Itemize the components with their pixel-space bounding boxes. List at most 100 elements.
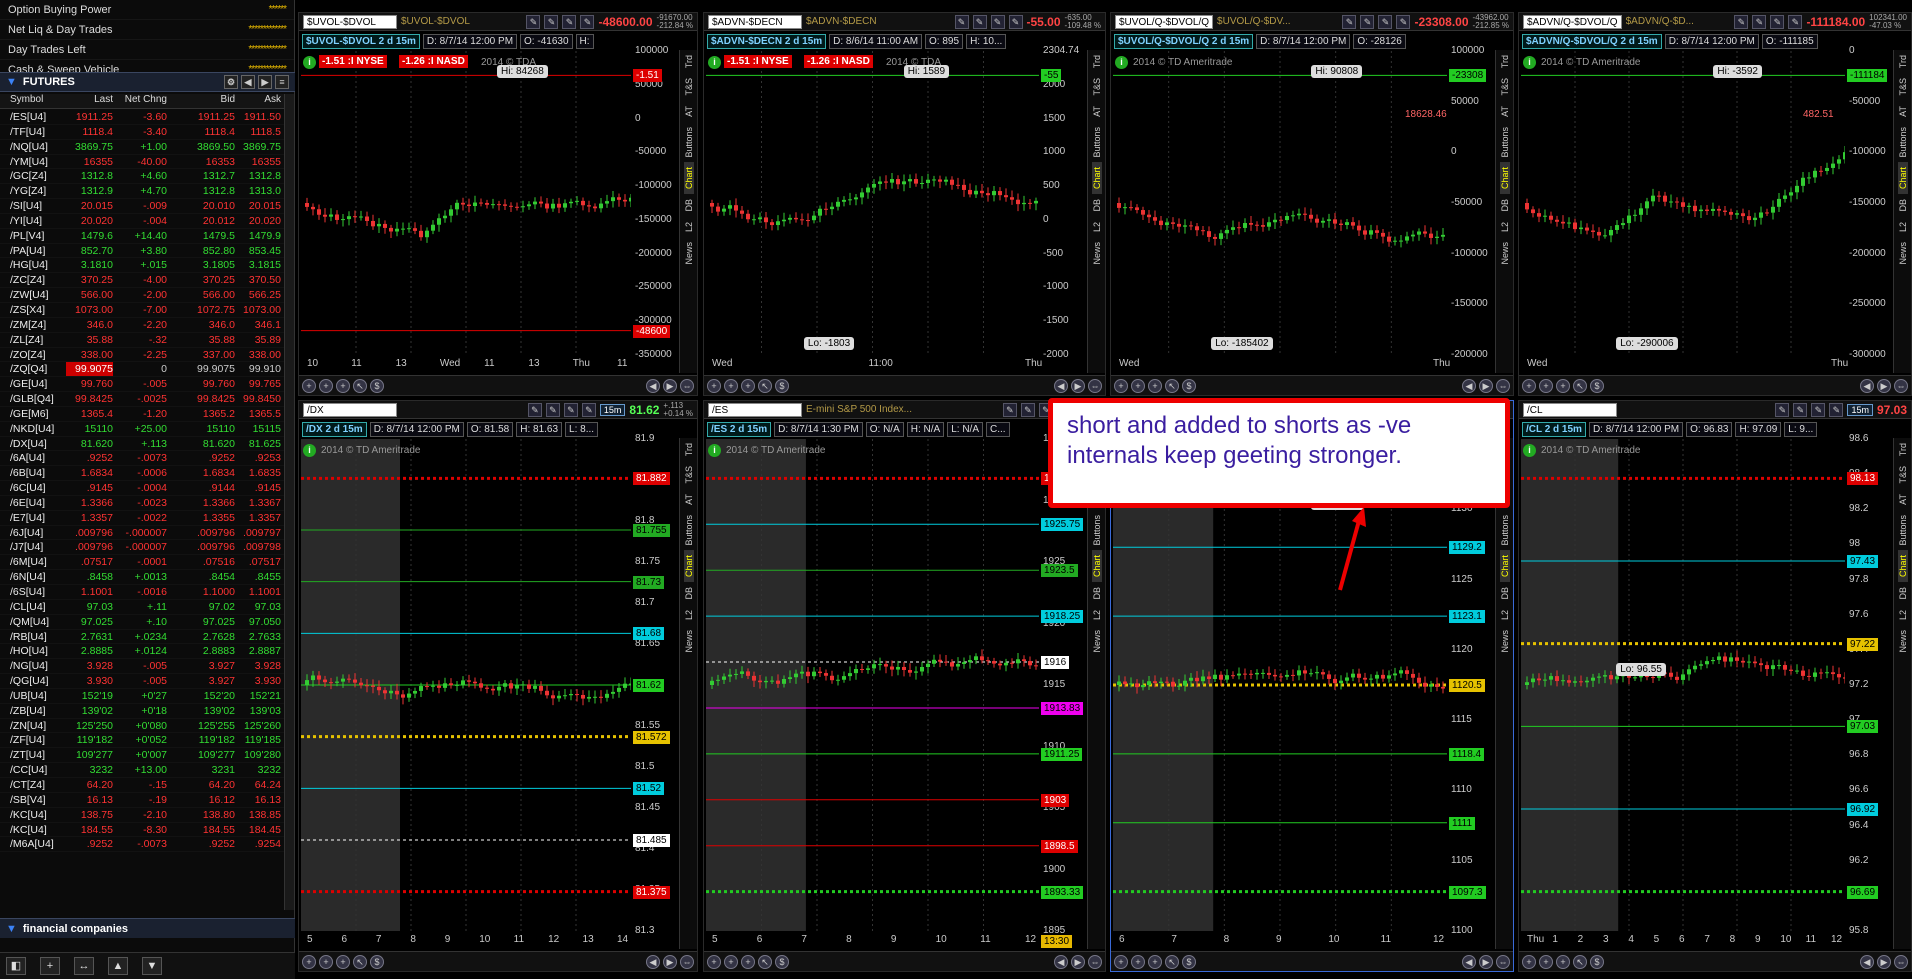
quote-row[interactable]: /ZF[U4] 119'182 +0'052 119'182 119'185 (0, 733, 285, 749)
side-tab-buttons[interactable]: Buttons (1500, 510, 1510, 551)
dollar-icon[interactable]: $ (1590, 954, 1604, 969)
side-tab-buttons[interactable]: Buttons (684, 122, 694, 163)
settings-icon[interactable]: ✎ (580, 14, 595, 29)
collapse-triangle-icon[interactable]: ▼ (6, 76, 17, 88)
link-icon[interactable]: ✎ (526, 14, 541, 29)
zoom-out-icon[interactable]: + (1556, 954, 1570, 969)
quote-row[interactable]: /6B[U4] 1.6834 -.0006 1.6834 1.6835 (0, 466, 285, 482)
chart-symbol-input[interactable]: $UVOL/Q-$DVOL/Q (1115, 14, 1214, 29)
col-ask[interactable]: Ask (235, 94, 283, 108)
drawing-icon[interactable]: ✎ (1793, 402, 1808, 417)
side-tab-db[interactable]: DB (1092, 582, 1102, 605)
chart-symbol-input[interactable]: /ES (708, 402, 802, 417)
quote-row[interactable]: /YG[Z4] 1312.9 +4.70 1312.8 1313.0 (0, 184, 285, 200)
zoom-in-icon[interactable]: + (724, 378, 738, 393)
side-tab-trd[interactable]: Trd (1500, 50, 1510, 73)
scroll-right-icon[interactable]: ▶ (663, 378, 677, 393)
side-tab-db[interactable]: DB (684, 582, 694, 605)
crosshair-icon[interactable]: + (1114, 954, 1128, 969)
zoom-in-icon[interactable]: + (1539, 954, 1553, 969)
quote-row[interactable]: /M6A[U4] .9252 -.0073 .9252 .9254 (0, 837, 285, 853)
zoom-in-icon[interactable]: + (319, 378, 333, 393)
drawing-icon[interactable]: ✎ (544, 14, 559, 29)
side-tab-news[interactable]: News (684, 237, 694, 270)
crosshair-icon[interactable]: + (1522, 378, 1536, 393)
side-tab-at[interactable]: AT (684, 101, 694, 122)
quote-row[interactable]: /E7[U4] 1.3357 -.0022 1.3355 1.3357 (0, 511, 285, 526)
expand-icon[interactable]: ⇔ (1496, 378, 1510, 393)
scroll-left-icon[interactable]: ◀ (646, 378, 660, 393)
side-tab-buttons[interactable]: Buttons (1092, 510, 1102, 551)
expand-icon[interactable]: ⇔ (1088, 378, 1102, 393)
quote-row[interactable]: /6C[U4] .9145 -.0004 .9144 .9145 (0, 481, 285, 496)
quote-row[interactable]: /ES[U4] 1911.25 -3.60 1911.25 1911.50 (0, 110, 285, 125)
quote-row[interactable]: /ZN[U4] 125'250 +0'080 125'255 125'260 (0, 719, 285, 734)
quote-row[interactable]: /GLB[Q4] 99.8425 -.0025 99.8425 99.8450 (0, 392, 285, 407)
scroll-left-icon[interactable]: ◀ (1054, 954, 1068, 969)
quote-row[interactable]: /PL[V4] 1479.6 +14.40 1479.5 1479.9 (0, 229, 285, 244)
style-icon[interactable]: ✎ (1378, 14, 1393, 29)
expand-icon[interactable]: ⇔ (1496, 954, 1510, 969)
side-tab-news[interactable]: News (684, 625, 694, 658)
quote-row[interactable]: /QM[U4] 97.025 +.10 97.025 97.050 (0, 615, 285, 630)
quote-row[interactable]: /CT[Z4] 64.20 -.15 64.20 64.24 (0, 778, 285, 793)
quote-row[interactable]: /ZL[Z4] 35.88 -.32 35.88 35.89 (0, 333, 285, 348)
crosshair-icon[interactable]: + (302, 378, 316, 393)
side-tab-buttons[interactable]: Buttons (1500, 122, 1510, 163)
side-tab-chart[interactable]: Chart (1499, 162, 1510, 195)
info-icon[interactable]: i (1523, 444, 1536, 457)
quote-row[interactable]: /YI[U4] 20.020 -.004 20.012 20.020 (0, 214, 285, 229)
quote-row[interactable]: /ZS[X4] 1073.00 -7.00 1072.75 1073.00 (0, 303, 285, 318)
settings-icon[interactable]: ✎ (1829, 402, 1844, 417)
link-icon[interactable]: ✎ (1775, 402, 1790, 417)
settings-icon[interactable]: ✎ (1788, 14, 1803, 29)
futures-watchlist-header[interactable]: ▼ FUTURES ⚙ ◀ ▶ ≡ (0, 72, 295, 92)
quote-row[interactable]: /PA[U4] 852.70 +3.80 852.80 853.45 (0, 244, 285, 259)
side-tab-buttons[interactable]: Buttons (1898, 510, 1908, 551)
expand-icon[interactable]: ⇔ (1894, 378, 1908, 393)
side-tab-trd[interactable]: Trd (1898, 438, 1908, 461)
crosshair-icon[interactable]: + (1522, 954, 1536, 969)
quote-row[interactable]: /ZC[Z4] 370.25 -4.00 370.25 370.50 (0, 273, 285, 289)
side-tab-buttons[interactable]: Buttons (1092, 122, 1102, 163)
zoom-in-icon[interactable]: + (1539, 378, 1553, 393)
side-tab-at[interactable]: AT (1898, 489, 1908, 510)
scroll-right-icon[interactable]: ▶ (663, 954, 677, 969)
zoom-in-icon[interactable]: + (724, 954, 738, 969)
financial-companies-header[interactable]: ▼ financial companies (0, 918, 295, 938)
quote-row[interactable]: /ZB[U4] 139'02 +0'18 139'02 139'03 (0, 704, 285, 719)
scroll-right-icon[interactable]: ▶ (1877, 378, 1891, 393)
col-bid[interactable]: Bid (181, 94, 235, 108)
quote-row[interactable]: /6N[U4] .8458 +.0013 .8454 .8455 (0, 570, 285, 585)
side-tab-trd[interactable]: Trd (1898, 50, 1908, 73)
quote-row[interactable]: /ZM[Z4] 346.0 -2.20 346.0 346.1 (0, 318, 285, 333)
style-icon[interactable]: ✎ (562, 14, 577, 29)
quote-row[interactable]: /6M[U4] .07517 -.0001 .07516 .07517 (0, 555, 285, 571)
side-tab-at[interactable]: AT (1898, 101, 1908, 122)
scroll-right-icon[interactable]: ▶ (1071, 954, 1085, 969)
scroll-left-icon[interactable]: ◀ (1462, 378, 1476, 393)
dollar-icon[interactable]: $ (775, 954, 789, 969)
quote-row[interactable]: /GE[M6] 1365.4 -1.20 1365.2 1365.5 (0, 407, 285, 422)
pointer-icon[interactable]: ↖ (353, 954, 367, 969)
quote-row[interactable]: /TF[U4] 1118.4 -3.40 1118.4 1118.5 (0, 125, 285, 140)
quote-row[interactable]: /6S[U4] 1.1001 -.0016 1.1000 1.1001 (0, 585, 285, 600)
side-tab-at[interactable]: AT (684, 489, 694, 510)
chart-plot-area[interactable] (1113, 51, 1447, 355)
side-tab-db[interactable]: DB (1898, 582, 1908, 605)
quote-row[interactable]: /J7[U4] .009796 -.000007 .009796 .009798 (0, 540, 285, 556)
pointer-icon[interactable]: ↖ (1165, 378, 1179, 393)
side-tab-news[interactable]: News (1092, 237, 1102, 270)
up-arrow-icon[interactable]: ▲ (108, 957, 128, 975)
zoom-out-icon[interactable]: + (1556, 378, 1570, 393)
side-tab-chart[interactable]: Chart (1091, 162, 1102, 195)
side-tab-chart[interactable]: Chart (1499, 550, 1510, 583)
side-tab-news[interactable]: News (1898, 625, 1908, 658)
quote-row[interactable]: /ZT[U4] 109'277 +0'007 109'277 109'280 (0, 748, 285, 764)
chart-cl[interactable]: /CL ✎ ✎ ✎ ✎ 15m 97.03/CL 2 d 15m D: 8/7/14 12:0… (1518, 400, 1912, 972)
panel-icon[interactable]: ◧ (6, 957, 26, 975)
link-icon[interactable]: ✎ (1734, 14, 1749, 29)
side-tab-ts[interactable]: T&S (684, 461, 694, 489)
quote-row[interactable]: /KC[U4] 184.55 -8.30 184.55 184.45 (0, 823, 285, 838)
dollar-icon[interactable]: $ (370, 954, 384, 969)
